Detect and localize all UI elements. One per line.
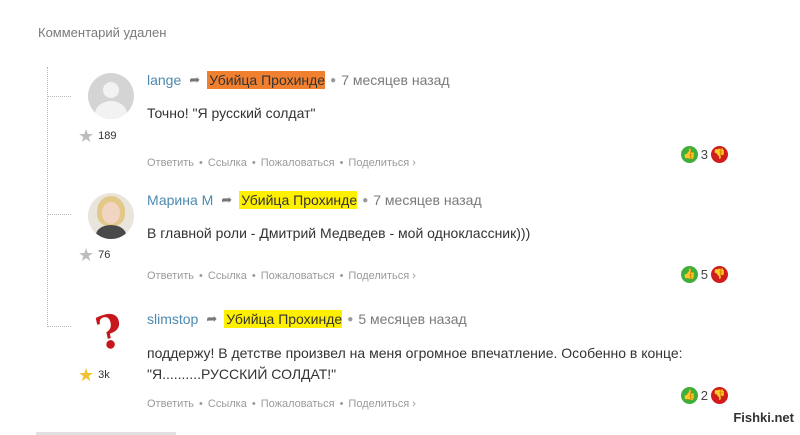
thumbs-down-icon[interactable]: 👎 xyxy=(711,146,728,163)
reply-link[interactable]: Ответить xyxy=(147,398,194,410)
link-link[interactable]: Ссылка xyxy=(208,270,247,282)
comment-time[interactable]: 7 месяцев назад xyxy=(341,72,449,88)
comment-text: поддержу! В детстве произвел на меня огр… xyxy=(147,343,683,385)
thumbs-up-icon[interactable]: 👍 xyxy=(680,266,698,283)
default-user-avatar[interactable] xyxy=(88,73,134,119)
separator-dot: ● xyxy=(347,313,354,325)
comment-actions: Ответить • Ссылка • Пожаловаться • Поделить… xyxy=(147,398,416,410)
author-link[interactable]: slimstop xyxy=(147,311,198,327)
author-link[interactable]: Марина М xyxy=(147,192,213,208)
rating-value: 3k xyxy=(98,369,110,381)
comment-header: lange ➦ Убийца Прохиндеев ● 7 месяцев на… xyxy=(147,71,450,89)
comment-actions: Ответить • Ссылка • Пожаловаться • Поделить… xyxy=(147,157,416,169)
report-link[interactable]: Пожаловаться xyxy=(261,398,335,410)
rating-value: 189 xyxy=(98,130,117,142)
comment-time[interactable]: 5 месяцев назад xyxy=(358,311,466,327)
share-link[interactable]: Поделиться › xyxy=(348,270,415,282)
deleted-comment-notice: Комментарий удален xyxy=(38,25,167,40)
star-icon: ★ xyxy=(78,245,95,265)
star-icon: ★ xyxy=(78,126,95,146)
comment-marina: ★ 76 Марина М ➦ Убийца Прохиндеев ● 7 ме… xyxy=(0,190,800,320)
separator-dot: ● xyxy=(330,74,337,86)
user-rating: ★ 76 xyxy=(78,246,110,264)
vote-count: 2 xyxy=(700,388,708,403)
reply-arrow-icon: ➦ xyxy=(206,311,218,326)
share-link[interactable]: Поделиться › xyxy=(348,398,415,410)
reply-arrow-icon: ➦ xyxy=(221,192,233,207)
comment-text: В главной роли - Дмитрий Медведев - мой … xyxy=(147,225,531,241)
vote-count: 3 xyxy=(700,147,708,162)
author-link[interactable]: lange xyxy=(147,72,181,88)
comment-header: Марина М ➦ Убийца Прохиндеев ● 7 месяцев… xyxy=(147,191,482,209)
thumbs-up-icon[interactable]: 👍 xyxy=(680,146,698,163)
vote-controls: 👍 3 👎 xyxy=(680,146,728,163)
vote-count: 5 xyxy=(700,267,708,282)
woman-photo-avatar[interactable] xyxy=(88,193,134,239)
reply-arrow-icon: ➦ xyxy=(189,72,201,87)
star-icon: ★ xyxy=(78,365,95,385)
recipient-link[interactable]: Убийца Прохиндеев xyxy=(207,71,326,89)
reply-link[interactable]: Ответить xyxy=(147,157,194,169)
user-rating: ★ 189 xyxy=(78,127,117,145)
thumbs-down-icon[interactable]: 👎 xyxy=(711,266,728,283)
comment-text-line: "Я..........РУССКИЙ СОЛДАТ!" xyxy=(147,366,337,382)
comment-header: slimstop ➦ Убийца Прохиндеев ● 5 месяцев… xyxy=(147,310,467,328)
recipient-link[interactable]: Убийца Прохиндеев xyxy=(224,310,343,328)
comment-text: Точно! "Я русский солдат" xyxy=(147,105,316,121)
watermark-logo: Fishki.net xyxy=(733,410,794,425)
comment-actions: Ответить • Ссылка • Пожаловаться • Поделить… xyxy=(147,270,416,282)
vote-controls: 👍 5 👎 xyxy=(680,266,728,283)
recipient-link[interactable]: Убийца Прохиндеев xyxy=(239,191,358,209)
share-link[interactable]: Поделиться › xyxy=(348,157,415,169)
report-link[interactable]: Пожаловаться xyxy=(261,157,335,169)
thumbs-up-icon[interactable]: 👍 xyxy=(680,387,698,404)
comment-time[interactable]: 7 месяцев назад xyxy=(373,192,481,208)
question-mark-avatar[interactable]: ? xyxy=(88,311,134,357)
thumbs-down-icon[interactable]: 👎 xyxy=(711,387,728,404)
link-link[interactable]: Ссылка xyxy=(208,398,247,410)
separator-dot: ● xyxy=(362,194,369,206)
comment-lange: ★ 189 lange ➦ Убийца Прохиндеев ● 7 меся… xyxy=(0,70,800,200)
vote-controls: 👍 2 👎 xyxy=(680,387,728,404)
report-link[interactable]: Пожаловаться xyxy=(261,270,335,282)
comment-slimstop: ? ★ 3k slimstop ➦ Убийца Прохиндеев ● 5 … xyxy=(0,309,800,435)
user-rating: ★ 3k xyxy=(78,366,110,384)
link-link[interactable]: Ссылка xyxy=(208,157,247,169)
reply-link[interactable]: Ответить xyxy=(147,270,194,282)
rating-value: 76 xyxy=(98,249,111,261)
comment-text-line: поддержу! В детстве произвел на меня огр… xyxy=(147,345,683,361)
